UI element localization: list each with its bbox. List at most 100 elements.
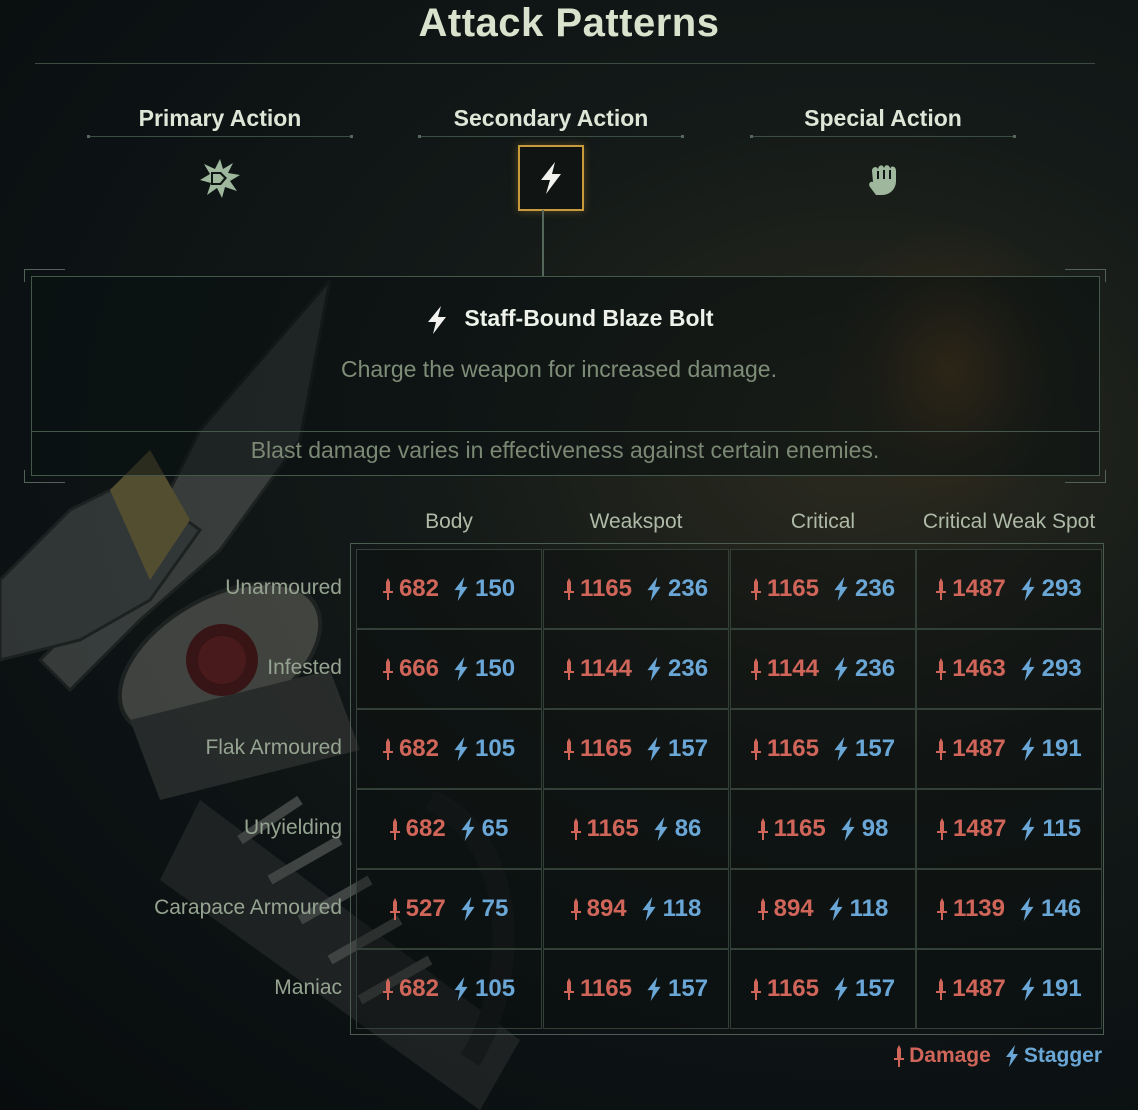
tab-underline (87, 135, 353, 138)
damage-number: 1144 (579, 655, 633, 682)
damage-value: 1165 (563, 735, 632, 763)
tab-underline (418, 135, 684, 138)
lightning-bolt-icon (461, 897, 475, 921)
damage-number: 666 (398, 655, 439, 682)
dagger-icon (750, 578, 761, 600)
table-cell: 1165 236 (730, 549, 916, 629)
tab-label: Secondary Action (453, 105, 649, 131)
table-cell: 682 105 (356, 709, 542, 789)
stagger-value: 236 (646, 575, 708, 603)
tab-label: Special Action (804, 105, 962, 131)
damage-value: 666 (382, 655, 439, 683)
row-header: Infested (267, 656, 342, 679)
dagger-icon (936, 578, 947, 600)
damage-number: 894 (586, 895, 627, 922)
damage-value: 1144 (563, 655, 633, 683)
stagger-value: 150 (453, 575, 515, 603)
dagger-icon (382, 738, 393, 760)
attack-name: Staff-Bound Blaze Bolt (0, 300, 1138, 336)
damage-number: 1487 (952, 975, 1006, 1002)
damage-number: 894 (773, 895, 814, 922)
table-cell: 682 65 (356, 789, 542, 869)
dagger-icon (563, 738, 574, 760)
lightning-bolt-icon (841, 817, 855, 841)
lightning-bolt-icon (454, 577, 468, 601)
stagger-value: 293 (1020, 575, 1082, 603)
stagger-value: 157 (833, 975, 895, 1003)
lightning-bolt-icon (1021, 657, 1035, 681)
damage-number: 1165 (586, 815, 639, 842)
dagger-icon (389, 818, 400, 840)
table-cell: 1487 115 (916, 789, 1102, 869)
lightning-bolt-icon (1021, 817, 1035, 841)
stagger-value: 157 (833, 735, 895, 763)
dagger-icon (936, 818, 947, 840)
stagger-number: 157 (668, 975, 709, 1002)
damage-value: 894 (757, 895, 814, 923)
damage-number: 1487 (952, 575, 1006, 602)
damage-value: 682 (382, 735, 439, 763)
dagger-icon (563, 578, 574, 600)
stagger-number: 236 (855, 655, 896, 682)
damage-value: 682 (382, 575, 439, 603)
stagger-number: 118 (662, 895, 702, 922)
damage-number: 1165 (579, 575, 633, 602)
stagger-number: 293 (1041, 655, 1082, 682)
table-cell: 1144 236 (543, 629, 729, 709)
table-cell: 1463 293 (916, 629, 1102, 709)
stagger-value: 105 (453, 975, 515, 1003)
lightning-bolt-icon (1021, 977, 1035, 1001)
column-header: Body (425, 510, 473, 533)
dagger-icon (936, 738, 947, 760)
table-cell: 1165 98 (730, 789, 916, 869)
damage-value: 1165 (570, 815, 639, 843)
stagger-number: 236 (668, 575, 709, 602)
stagger-value: 293 (1020, 655, 1082, 683)
legend-damage-label: Damage (909, 1044, 991, 1067)
damage-value: 682 (389, 815, 446, 843)
damage-number: 682 (405, 815, 446, 842)
damage-value: 1165 (563, 975, 632, 1003)
lightning-bolt-icon (647, 737, 661, 761)
lightning-bolt-icon (654, 817, 668, 841)
table-cell: 1165 157 (543, 709, 729, 789)
damage-table: 682 150 1165 236 1165 236 1487 293 666 150 1144 236… (350, 543, 1104, 1035)
stagger-number: 105 (475, 975, 516, 1002)
fist-icon[interactable] (850, 145, 916, 211)
dagger-icon (563, 978, 574, 1000)
table-cell: 1165 86 (543, 789, 729, 869)
lightning-bolt-icon (642, 897, 656, 921)
dagger-icon (563, 658, 574, 680)
stagger-value: 118 (828, 895, 888, 923)
tab-special-action[interactable]: Special Action (750, 102, 1016, 211)
stagger-value: 157 (646, 975, 708, 1003)
lightning-bolt-icon (834, 737, 848, 761)
lightning-bolt-icon (834, 657, 848, 681)
table-cell: 894 118 (730, 869, 916, 949)
column-header: Weakspot (589, 510, 683, 533)
stagger-number: 115 (1042, 815, 1082, 842)
damage-value: 1165 (563, 575, 633, 603)
stagger-value: 118 (641, 895, 702, 923)
damage-number: 682 (398, 975, 439, 1002)
damage-number: 682 (398, 575, 439, 602)
legend-stagger-label: Stagger (1023, 1044, 1102, 1067)
stagger-number: 236 (855, 575, 896, 602)
tab-primary-action[interactable]: Primary Action (87, 102, 353, 211)
row-header: Flak Armoured (205, 736, 342, 759)
stagger-value: 105 (453, 735, 515, 763)
tab-secondary-action[interactable]: Secondary Action (418, 102, 684, 211)
stagger-value: 236 (833, 655, 895, 683)
dagger-icon (389, 898, 400, 920)
dagger-icon (757, 898, 768, 920)
damage-number: 1463 (952, 655, 1006, 682)
table-cell: 1144 236 (730, 629, 916, 709)
damage-value: 1165 (750, 975, 819, 1003)
lightning-bolt-icon[interactable] (518, 145, 584, 211)
stagger-number: 157 (855, 735, 896, 762)
lightning-bolt-icon (461, 817, 475, 841)
impact-burst-icon[interactable] (187, 145, 253, 211)
lightning-bolt-icon (834, 577, 848, 601)
table-cell: 1487 191 (916, 949, 1102, 1029)
dagger-icon (936, 978, 947, 1000)
